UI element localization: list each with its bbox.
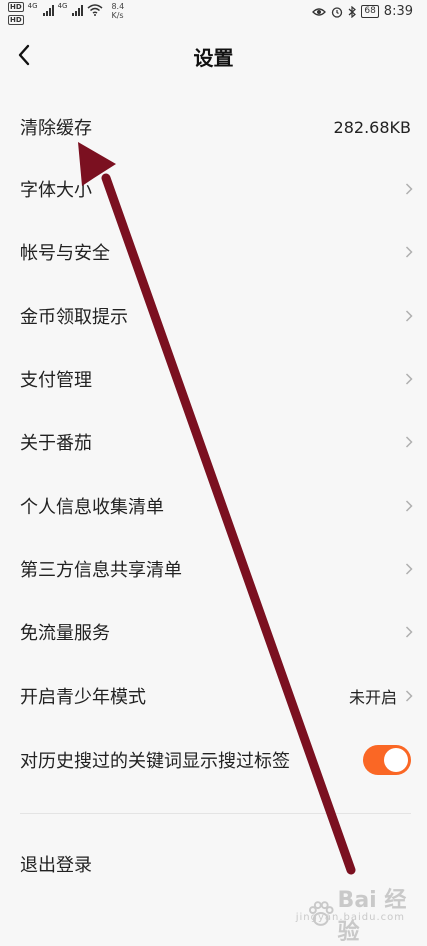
network-label-2: 4G — [57, 2, 68, 10]
speed-unit: K/s — [111, 11, 124, 20]
chevron-right-icon — [403, 308, 415, 324]
row-label: 对历史搜过的关键词显示搜过标签 — [20, 751, 290, 772]
row-label: 免流量服务 — [20, 623, 110, 644]
settings-row-coin-reminder[interactable]: 金币领取提示 — [0, 285, 427, 347]
chevron-right-icon — [403, 624, 415, 640]
divider — [20, 813, 411, 814]
network-speed: 8.4 K/s — [111, 2, 124, 20]
settings-row-personal-info-list[interactable]: 个人信息收集清单 — [0, 475, 427, 537]
hd-badge-1: HD — [8, 2, 24, 12]
row-label: 清除缓存 — [20, 118, 92, 139]
toggle-knob — [384, 748, 408, 772]
settings-row-clear-cache[interactable]: 清除缓存 282.68KB — [0, 96, 427, 158]
alarm-icon — [332, 6, 343, 18]
wifi-icon — [87, 4, 103, 16]
settings-row-search-history-tag: 对历史搜过的关键词显示搜过标签 — [0, 729, 427, 791]
teen-mode-status: 未开启 — [348, 688, 397, 707]
chevron-right-icon — [403, 561, 415, 577]
row-label: 关于番茄 — [20, 433, 92, 454]
page-title: 设置 — [193, 46, 234, 70]
search-tag-toggle[interactable] — [363, 745, 411, 775]
chevron-right-icon — [403, 688, 415, 704]
status-left: HD HD 4G 4G 8.4 K/s — [8, 2, 124, 25]
chevron-right-icon — [403, 434, 415, 450]
row-label: 帐号与安全 — [20, 243, 110, 264]
signal-icon-1 — [42, 4, 54, 16]
row-label: 字体大小 — [20, 180, 92, 201]
settings-row-payment[interactable]: 支付管理 — [0, 348, 427, 410]
hd-badge-2: HD — [8, 15, 24, 25]
status-right: 68 8:39 — [312, 4, 413, 19]
header: 设置 — [0, 30, 427, 82]
chevron-right-icon — [403, 244, 415, 260]
row-label: 开启青少年模式 — [20, 687, 146, 708]
watermark-sub: jingyan.baidu.com — [295, 912, 405, 923]
logout-label: 退出登录 — [20, 855, 92, 876]
settings-row-third-party-share-list[interactable]: 第三方信息共享清单 — [0, 538, 427, 600]
signal-icon-2 — [72, 4, 84, 16]
status-bar: HD HD 4G 4G 8.4 K/s 68 8:39 — [0, 0, 427, 26]
row-label: 金币领取提示 — [20, 307, 128, 328]
row-label: 第三方信息共享清单 — [20, 560, 182, 581]
settings-row-font-size[interactable]: 字体大小 — [0, 158, 427, 220]
battery-icon: 68 — [361, 5, 379, 18]
settings-row-teen-mode[interactable]: 开启青少年模式 未开启 — [0, 665, 427, 727]
cache-size-value: 282.68KB — [333, 117, 411, 137]
network-label-1: 4G — [27, 2, 38, 10]
bluetooth-icon — [348, 5, 357, 18]
eye-icon — [312, 7, 327, 16]
chevron-right-icon — [403, 371, 415, 387]
chevron-right-icon — [403, 498, 415, 514]
speed-value: 8.4 — [111, 2, 125, 11]
row-label: 个人信息收集清单 — [20, 497, 164, 518]
settings-row-account-security[interactable]: 帐号与安全 — [0, 221, 427, 283]
chevron-right-icon — [403, 181, 415, 197]
settings-row-free-data[interactable]: 免流量服务 — [0, 601, 427, 663]
row-label: 支付管理 — [20, 370, 92, 391]
status-time: 8:39 — [383, 4, 413, 19]
settings-row-about[interactable]: 关于番茄 — [0, 411, 427, 473]
